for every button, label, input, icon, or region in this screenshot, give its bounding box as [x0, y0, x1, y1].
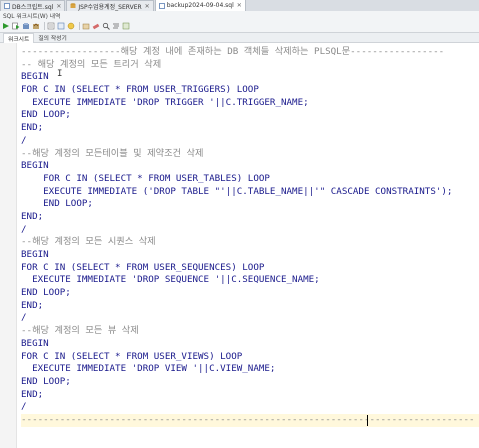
code-line[interactable]: FOR C IN (SELECT * FROM USER_TRIGGERS) L… — [21, 84, 479, 97]
run-script-icon[interactable] — [12, 22, 20, 30]
worksheet-subtabs: 워크시트 질의 작성기 — [0, 32, 479, 43]
code-line[interactable]: END; — [21, 389, 479, 402]
subtab-label: 워크시트 — [8, 36, 30, 43]
text-cursor-ibeam: I — [57, 69, 63, 79]
code-line[interactable]: FOR C IN (SELECT * FROM USER_SEQUENCES) … — [21, 262, 479, 275]
tab-worksheet[interactable]: 워크시트 — [3, 32, 35, 43]
tab-label: JSP수업용계정_SERVER — [78, 3, 142, 11]
code-line[interactable]: END; — [21, 211, 479, 224]
code-line[interactable]: --해당 계정의 모든 시퀀스 삭제 — [21, 236, 479, 249]
close-icon[interactable]: ✕ — [145, 3, 150, 10]
code-line[interactable]: / — [21, 224, 479, 237]
editor-gutter — [0, 43, 17, 448]
code-line[interactable]: EXECUTE IMMEDIATE 'DROP TRIGGER '||C.TRI… — [21, 97, 479, 110]
worksheet-history-label[interactable]: SQL 워크시트(W) 내역 — [3, 11, 60, 20]
code-line[interactable]: ------------------해당 계정 내에 존재하는 DB 객체들 삭… — [21, 46, 479, 59]
code-line[interactable]: ----------------------------------------… — [21, 413, 479, 427]
code-line[interactable]: FOR C IN (SELECT * FROM USER_VIEWS) LOOP — [21, 351, 479, 364]
tab-db-script[interactable]: DB스크립트.sql ✕ — [0, 0, 66, 11]
code-line[interactable]: END; — [21, 300, 479, 313]
worksheet-history-bar: SQL 워크시트(W) 내역 — [0, 11, 479, 20]
toolbar-separator — [79, 22, 80, 30]
toolbar-separator — [44, 22, 45, 30]
clear-icon[interactable] — [82, 22, 90, 30]
code-line[interactable]: EXECUTE IMMEDIATE ('DROP TABLE "'||C.TAB… — [21, 186, 479, 199]
code-line[interactable]: --해당 계정의 모든테이블 및 제약조건 삭제 — [21, 148, 479, 161]
tab-backup-sql[interactable]: backup2024-09-04.sql ✕ — [154, 0, 246, 11]
sql-editor[interactable]: ------------------해당 계정 내에 존재하는 DB 객체들 삭… — [0, 43, 479, 448]
code-line[interactable]: EXECUTE IMMEDIATE 'DROP VIEW '||C.VIEW_N… — [21, 363, 479, 376]
commit-icon[interactable] — [22, 22, 30, 30]
rollback-icon[interactable] — [32, 22, 40, 30]
tab-query-builder[interactable]: 질의 작성기 — [34, 33, 71, 42]
database-connection-icon — [70, 3, 76, 9]
code-line[interactable]: --해당 계정의 모든 뷰 삭제 — [21, 325, 479, 338]
sql-file-icon — [4, 3, 10, 9]
code-line[interactable]: BEGIN — [21, 71, 479, 84]
code-line[interactable]: / — [21, 401, 479, 414]
tuning-icon[interactable] — [47, 22, 55, 30]
autotrace-icon[interactable] — [67, 22, 75, 30]
code-line[interactable]: / — [21, 135, 479, 148]
code-line[interactable]: BEGIN — [21, 249, 479, 262]
find-icon[interactable] — [102, 22, 110, 30]
code-line[interactable]: END LOOP; — [21, 287, 479, 300]
tab-label: DB스크립트.sql — [12, 3, 54, 11]
code-line[interactable]: BEGIN — [21, 160, 479, 173]
code-line[interactable]: BEGIN — [21, 338, 479, 351]
code-line[interactable]: END LOOP; — [21, 198, 479, 211]
close-icon[interactable]: ✕ — [237, 2, 242, 9]
code-line[interactable]: END LOOP; — [21, 376, 479, 389]
more-icon[interactable] — [122, 22, 130, 30]
tab-label: backup2024-09-04.sql — [166, 2, 234, 9]
run-icon[interactable] — [2, 22, 10, 30]
format-icon[interactable] — [112, 22, 120, 30]
code-line[interactable]: END; — [21, 122, 479, 135]
code-line[interactable]: -- 해당 계정의 모든 트리거 삭제 — [21, 59, 479, 72]
code-line[interactable]: END LOOP; — [21, 109, 479, 122]
close-icon[interactable]: ✕ — [56, 3, 61, 10]
code-area[interactable]: ------------------해당 계정 내에 존재하는 DB 객체들 삭… — [21, 46, 479, 427]
tab-connection[interactable]: JSP수업용계정_SERVER ✕ — [66, 0, 154, 11]
code-line[interactable]: EXECUTE IMMEDIATE 'DROP SEQUENCE '||C.SE… — [21, 274, 479, 287]
worksheet-toolbar — [0, 20, 479, 33]
eraser-icon[interactable] — [92, 22, 100, 30]
sql-file-icon — [158, 2, 165, 9]
explain-icon[interactable] — [57, 22, 65, 30]
code-line[interactable]: / — [21, 312, 479, 325]
text-caret — [367, 415, 368, 426]
code-line[interactable]: FOR C IN (SELECT * FROM USER_TABLES) LOO… — [21, 173, 479, 186]
subtab-label: 질의 작성기 — [38, 36, 67, 42]
